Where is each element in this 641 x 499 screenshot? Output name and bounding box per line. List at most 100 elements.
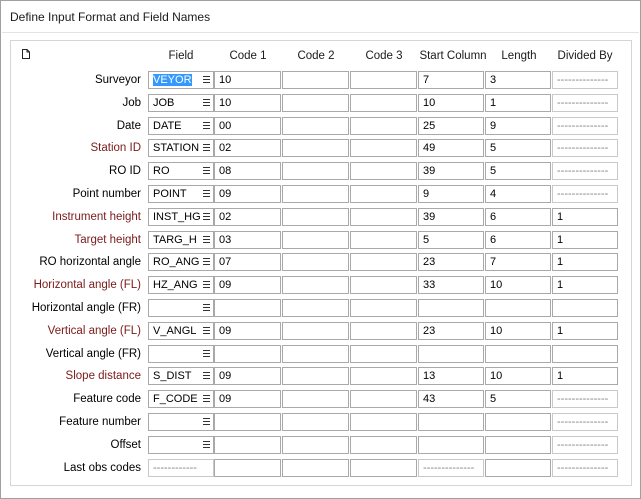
cell-code3[interactable] [350, 367, 417, 385]
cell-start[interactable] [418, 299, 484, 317]
cell-start[interactable]: 9 [418, 185, 484, 203]
cell-code2[interactable] [282, 413, 349, 431]
cell-code1[interactable]: 09 [214, 185, 281, 203]
menu-icon[interactable] [203, 167, 210, 175]
cell-code3[interactable] [350, 276, 417, 294]
cell-code3[interactable] [350, 231, 417, 249]
cell-start[interactable] [418, 413, 484, 431]
cell-start[interactable]: 39 [418, 162, 484, 180]
cell-start[interactable]: 43 [418, 390, 484, 408]
cell-code2[interactable] [282, 276, 349, 294]
cell-field[interactable]: STATION [148, 139, 214, 157]
cell-length[interactable]: 7 [485, 253, 551, 271]
cell-code3[interactable] [350, 322, 417, 340]
cell-divided[interactable]: 1 [552, 276, 618, 294]
cell-code3[interactable] [350, 117, 417, 135]
cell-code1[interactable]: 08 [214, 162, 281, 180]
cell-code2[interactable] [282, 185, 349, 203]
cell-field[interactable] [148, 413, 214, 431]
cell-divided[interactable] [552, 299, 618, 317]
cell-length[interactable]: 10 [485, 367, 551, 385]
menu-icon[interactable] [203, 372, 210, 380]
menu-icon[interactable] [203, 76, 210, 84]
cell-code1[interactable] [214, 436, 281, 454]
menu-icon[interactable] [203, 327, 210, 335]
cell-start[interactable] [418, 436, 484, 454]
cell-code1[interactable]: 10 [214, 94, 281, 112]
cell-field[interactable]: RO_ANG [148, 253, 214, 271]
cell-field[interactable] [148, 299, 214, 317]
menu-icon[interactable] [203, 304, 210, 312]
cell-field[interactable]: POINT [148, 185, 214, 203]
cell-code3[interactable] [350, 162, 417, 180]
cell-code1[interactable]: 07 [214, 253, 281, 271]
menu-icon[interactable] [203, 258, 210, 266]
cell-code1[interactable] [214, 299, 281, 317]
cell-length[interactable]: 5 [485, 390, 551, 408]
menu-icon[interactable] [203, 99, 210, 107]
cell-code2[interactable] [282, 71, 349, 89]
menu-icon[interactable] [203, 418, 210, 426]
cell-length[interactable] [485, 299, 551, 317]
cell-code3[interactable] [350, 345, 417, 363]
cell-start[interactable]: 23 [418, 322, 484, 340]
cell-divided[interactable]: 1 [552, 322, 618, 340]
cell-code3[interactable] [350, 299, 417, 317]
cell-code2[interactable] [282, 345, 349, 363]
cell-code2[interactable] [282, 139, 349, 157]
cell-length[interactable] [485, 345, 551, 363]
cell-code2[interactable] [282, 436, 349, 454]
cell-field[interactable]: DATE [148, 117, 214, 135]
cell-field[interactable]: JOB [148, 94, 214, 112]
cell-length[interactable]: 6 [485, 208, 551, 226]
cell-start[interactable]: 25 [418, 117, 484, 135]
cell-divided[interactable]: 1 [552, 208, 618, 226]
cell-field[interactable]: RO [148, 162, 214, 180]
menu-icon[interactable] [203, 213, 210, 221]
cell-length[interactable]: 5 [485, 139, 551, 157]
cell-start[interactable]: 49 [418, 139, 484, 157]
cell-field[interactable]: HZ_ANG [148, 276, 214, 294]
cell-code3[interactable] [350, 413, 417, 431]
cell-code2[interactable] [282, 117, 349, 135]
cell-code2[interactable] [282, 390, 349, 408]
cell-start[interactable]: 33 [418, 276, 484, 294]
cell-field[interactable]: TARG_H [148, 231, 214, 249]
cell-length[interactable]: 1 [485, 94, 551, 112]
cell-length[interactable] [485, 459, 551, 477]
cell-code3[interactable] [350, 185, 417, 203]
cell-start[interactable]: 10 [418, 94, 484, 112]
cell-code2[interactable] [282, 253, 349, 271]
menu-icon[interactable] [203, 395, 210, 403]
cell-field[interactable]: S_DIST [148, 367, 214, 385]
cell-field[interactable] [148, 436, 214, 454]
cell-code2[interactable] [282, 322, 349, 340]
cell-code1[interactable] [214, 345, 281, 363]
cell-divided[interactable]: 1 [552, 231, 618, 249]
cell-code2[interactable] [282, 231, 349, 249]
cell-field[interactable]: INST_HG [148, 208, 214, 226]
cell-code3[interactable] [350, 71, 417, 89]
cell-code3[interactable] [350, 459, 417, 477]
cell-length[interactable]: 10 [485, 276, 551, 294]
cell-start[interactable]: 13 [418, 367, 484, 385]
cell-code3[interactable] [350, 253, 417, 271]
cell-code1[interactable]: 09 [214, 390, 281, 408]
cell-length[interactable]: 3 [485, 71, 551, 89]
cell-code1[interactable]: 02 [214, 139, 281, 157]
cell-start[interactable]: 7 [418, 71, 484, 89]
cell-field[interactable]: V_ANGL [148, 322, 214, 340]
cell-code1[interactable] [214, 413, 281, 431]
cell-code3[interactable] [350, 94, 417, 112]
cell-length[interactable]: 4 [485, 185, 551, 203]
cell-field[interactable]: VEYOR [148, 71, 214, 89]
cell-length[interactable]: 9 [485, 117, 551, 135]
cell-code2[interactable] [282, 367, 349, 385]
cell-code3[interactable] [350, 436, 417, 454]
cell-length[interactable]: 5 [485, 162, 551, 180]
menu-icon[interactable] [203, 350, 210, 358]
cell-code1[interactable]: 09 [214, 276, 281, 294]
cell-start[interactable]: 39 [418, 208, 484, 226]
cell-code1[interactable] [214, 459, 281, 477]
menu-icon[interactable] [203, 122, 210, 130]
